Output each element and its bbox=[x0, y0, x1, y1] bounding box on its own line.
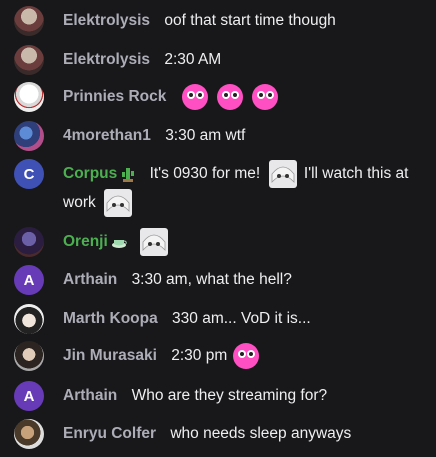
tea-cup-badge bbox=[111, 239, 127, 248]
message-text: Who are they streaming for? bbox=[131, 387, 328, 404]
message-text: work bbox=[63, 194, 96, 211]
user-avatar[interactable] bbox=[14, 6, 44, 36]
username[interactable]: Prinnies Rock bbox=[63, 88, 166, 105]
message-text: I'll watch this at bbox=[303, 165, 409, 182]
white-hair-anime-emote bbox=[140, 227, 169, 256]
user-avatar[interactable] bbox=[14, 121, 44, 151]
username[interactable]: Orenji bbox=[63, 233, 108, 250]
username[interactable]: Enryu Colfer bbox=[63, 425, 156, 442]
message-text: 2:30 AM bbox=[164, 51, 222, 68]
user-avatar[interactable] bbox=[14, 227, 44, 257]
user-avatar[interactable] bbox=[14, 341, 44, 371]
username[interactable]: Elektrolysis bbox=[63, 51, 150, 68]
username[interactable]: Elektrolysis bbox=[63, 12, 150, 29]
user-avatar[interactable] bbox=[14, 304, 44, 334]
pink-blob-emote bbox=[232, 342, 259, 369]
username[interactable]: 4morethan1 bbox=[63, 127, 151, 144]
message-text: 2:30 pm bbox=[171, 347, 228, 364]
user-avatar[interactable]: A bbox=[14, 381, 44, 411]
user-avatar[interactable] bbox=[14, 82, 44, 112]
user-avatar[interactable]: C bbox=[14, 159, 44, 189]
pink-blob-emote bbox=[252, 83, 279, 110]
pink-blob-emote bbox=[181, 83, 208, 110]
username[interactable]: Arthain bbox=[63, 387, 117, 404]
white-hair-anime-emote bbox=[268, 159, 297, 188]
cactus-badge bbox=[122, 167, 135, 182]
username[interactable]: Marth Koopa bbox=[63, 310, 158, 327]
username[interactable]: Corpus bbox=[63, 165, 117, 182]
message-text: 330 am... VoD it is... bbox=[172, 310, 311, 327]
white-hair-anime-emote bbox=[104, 188, 133, 217]
message-text: 3:30 am wtf bbox=[165, 127, 246, 144]
username[interactable]: Arthain bbox=[63, 271, 117, 288]
user-avatar[interactable]: A bbox=[14, 265, 44, 295]
user-avatar[interactable] bbox=[14, 45, 44, 75]
user-avatar[interactable] bbox=[14, 419, 44, 449]
username[interactable]: Jin Murasaki bbox=[63, 347, 157, 364]
message-text: who needs sleep anyways bbox=[170, 425, 352, 442]
pink-blob-emote bbox=[217, 83, 243, 110]
message-text: It's 0930 for me! bbox=[149, 165, 261, 182]
message-text: 3:30 am, what the hell? bbox=[131, 271, 292, 288]
message-text: oof that start time though bbox=[164, 12, 336, 29]
